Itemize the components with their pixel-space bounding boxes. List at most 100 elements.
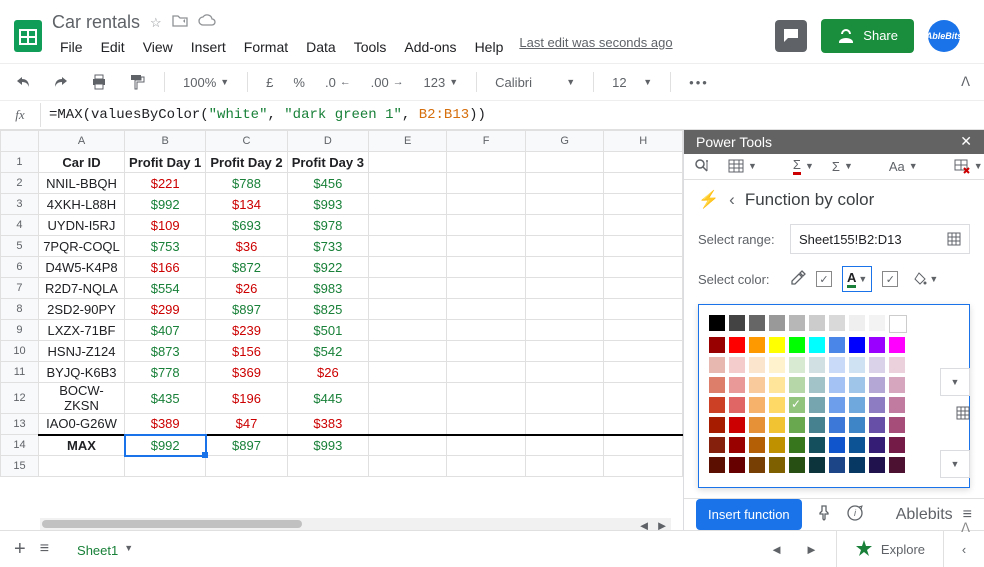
cell[interactable]: $299 [125, 299, 206, 320]
cell[interactable] [525, 194, 604, 215]
cell[interactable]: Car ID [38, 152, 124, 173]
cell[interactable] [447, 456, 525, 477]
row-header[interactable]: 13 [1, 414, 39, 435]
cell[interactable] [604, 299, 683, 320]
cell[interactable]: NNIL-BBQH [38, 173, 124, 194]
color-swatch[interactable] [729, 357, 745, 373]
row-header[interactable]: 7 [1, 278, 39, 299]
color-swatch[interactable] [729, 377, 745, 393]
cell[interactable]: $221 [125, 173, 206, 194]
cell[interactable] [206, 456, 287, 477]
row-header[interactable]: 3 [1, 194, 39, 215]
color-swatch[interactable] [869, 357, 885, 373]
cell[interactable]: BYJQ-K6B3 [38, 362, 124, 383]
row-header[interactable]: 12 [1, 383, 39, 414]
color-swatch[interactable] [809, 417, 825, 433]
cell[interactable]: $825 [287, 299, 368, 320]
color-swatch[interactable] [809, 397, 825, 413]
cell[interactable] [447, 383, 525, 414]
color-swatch[interactable] [729, 337, 745, 353]
cell[interactable]: UYDN-I5RJ [38, 215, 124, 236]
cell[interactable]: $369 [206, 362, 287, 383]
table-tool-dropdown[interactable]: ▼ [728, 158, 757, 174]
color-swatch[interactable] [889, 337, 905, 353]
cell[interactable] [369, 257, 447, 278]
cell[interactable]: $693 [206, 215, 287, 236]
star-icon[interactable]: ☆ [150, 15, 162, 31]
cell[interactable]: MAX [38, 435, 124, 456]
fill-color-checkbox[interactable]: ✓ [816, 271, 832, 287]
cell[interactable]: LXZX-71BF [38, 320, 124, 341]
color-swatch[interactable] [769, 437, 785, 453]
cell[interactable]: $36 [206, 236, 287, 257]
insert-function-button[interactable]: Insert function [696, 499, 802, 530]
option-dropdown-2[interactable]: ▼ [940, 450, 970, 478]
sigma-underline-tool[interactable]: Σ▼ [793, 157, 814, 175]
color-swatch[interactable] [889, 417, 905, 433]
cell[interactable]: $407 [125, 320, 206, 341]
color-swatch[interactable] [749, 377, 765, 393]
font-color-dropdown[interactable]: A▼ [842, 266, 872, 292]
color-swatch[interactable] [849, 315, 865, 331]
color-swatch[interactable] [889, 377, 905, 393]
column-header[interactable]: G [525, 131, 604, 152]
color-swatch[interactable] [869, 437, 885, 453]
last-edit-link[interactable]: Last edit was seconds ago [519, 35, 672, 59]
color-swatch[interactable] [709, 437, 725, 453]
cell[interactable] [604, 320, 683, 341]
cell[interactable] [447, 435, 525, 456]
sheets-logo[interactable] [8, 16, 48, 56]
cell[interactable] [525, 278, 604, 299]
color-swatch[interactable] [749, 315, 765, 331]
menu-view[interactable]: View [135, 35, 181, 59]
color-swatch[interactable] [709, 315, 725, 331]
cell[interactable]: $897 [206, 435, 287, 456]
comments-button[interactable] [775, 20, 807, 52]
color-swatch[interactable] [729, 437, 745, 453]
cell[interactable]: $109 [125, 215, 206, 236]
cell[interactable] [125, 456, 206, 477]
zoom-dropdown[interactable]: 100% ▼ [177, 71, 235, 94]
bolt-icon[interactable]: ⚡ [698, 190, 719, 210]
cell[interactable]: $166 [125, 257, 206, 278]
color-swatch[interactable] [709, 357, 725, 373]
color-swatch[interactable] [789, 437, 805, 453]
share-button[interactable]: Share [821, 19, 914, 53]
color-swatch[interactable] [809, 357, 825, 373]
undo-button[interactable] [8, 69, 38, 95]
cell[interactable]: $983 [287, 278, 368, 299]
cell[interactable] [525, 456, 604, 477]
color-swatch[interactable] [809, 315, 825, 331]
more-tools-button[interactable]: ••• [683, 71, 715, 94]
color-swatch[interactable] [769, 357, 785, 373]
cell[interactable] [369, 362, 447, 383]
color-swatch[interactable] [869, 337, 885, 353]
color-swatch[interactable] [849, 357, 865, 373]
cell[interactable]: $993 [287, 194, 368, 215]
cell[interactable] [447, 215, 525, 236]
scroll-right-icon[interactable]: ► [653, 518, 671, 530]
cell[interactable] [525, 435, 604, 456]
cell[interactable]: R2D7-NQLA [38, 278, 124, 299]
color-swatch[interactable] [729, 315, 745, 331]
cell[interactable]: $873 [125, 341, 206, 362]
menu-format[interactable]: Format [236, 35, 296, 59]
color-swatch[interactable] [849, 437, 865, 453]
color-swatch[interactable] [709, 397, 725, 413]
cell[interactable] [369, 194, 447, 215]
cell[interactable]: $992 [125, 194, 206, 215]
paint-format-button[interactable] [122, 69, 152, 95]
menu-file[interactable]: File [52, 35, 91, 59]
row-header[interactable]: 10 [1, 341, 39, 362]
color-swatch[interactable] [789, 337, 805, 353]
cell[interactable]: $778 [125, 362, 206, 383]
cell[interactable] [604, 362, 683, 383]
doc-title[interactable]: Car rentals [52, 12, 140, 33]
color-swatch[interactable] [889, 397, 905, 413]
fx-label[interactable]: fx [0, 103, 41, 127]
cell[interactable]: $47 [206, 414, 287, 435]
menu-add-ons[interactable]: Add-ons [396, 35, 464, 59]
fill-color-dropdown[interactable]: ▼ [908, 268, 943, 290]
all-sheets-button[interactable]: ≡ [40, 540, 49, 558]
cell[interactable]: 4XKH-L88H [38, 194, 124, 215]
